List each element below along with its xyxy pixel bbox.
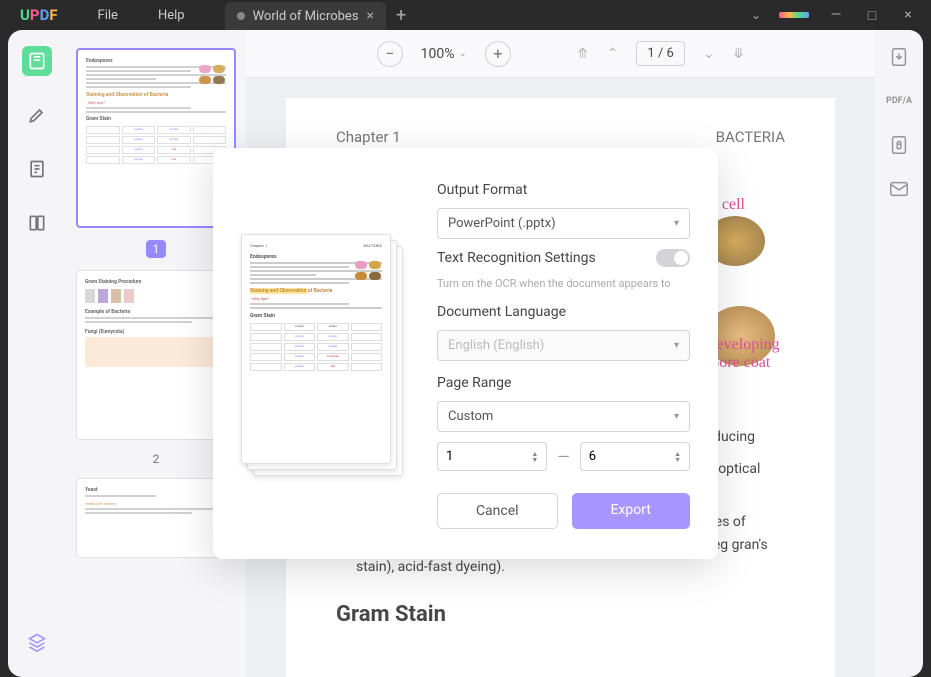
language-value: English (English): [448, 338, 544, 353]
minimize-icon[interactable]: —: [827, 7, 845, 23]
main-area: Endospores Staining and Observation of B…: [8, 30, 923, 677]
close-icon[interactable]: ×: [899, 7, 917, 23]
export-button[interactable]: Export: [572, 493, 691, 529]
export-dialog: Chapter 1BACTERIA Endospores Staining an…: [213, 148, 718, 559]
cancel-button[interactable]: Cancel: [437, 493, 558, 529]
tab-add-icon[interactable]: +: [396, 5, 406, 26]
chevron-down-icon[interactable]: ⌄: [751, 8, 761, 22]
language-label: Document Language: [437, 304, 690, 320]
tab-close-icon[interactable]: ×: [367, 8, 374, 24]
chevron-down-icon: ▾: [674, 340, 679, 351]
spin-down-icon[interactable]: ▼: [531, 457, 538, 463]
spin-down-icon[interactable]: ▼: [674, 457, 681, 463]
chevron-down-icon: ▾: [674, 411, 679, 422]
titlebar: UPDF File Help World of Microbes × + ⌄ —…: [0, 0, 931, 30]
ocr-toggle[interactable]: [656, 249, 690, 267]
app-logo: UPDF: [0, 6, 78, 24]
menu-file[interactable]: File: [78, 8, 138, 23]
output-format-label: Output Format: [437, 182, 690, 198]
page-range-value: Custom: [448, 409, 493, 424]
theme-strip-icon[interactable]: [779, 12, 809, 18]
modal-overlay: Chapter 1BACTERIA Endospores Staining an…: [8, 30, 923, 677]
page-to-input[interactable]: 6 ▲▼: [580, 442, 690, 471]
tab-dot-icon: [237, 12, 245, 20]
language-select[interactable]: English (English) ▾: [437, 330, 690, 361]
page-from-value: 1: [446, 449, 453, 464]
tab-title: World of Microbes: [253, 9, 359, 24]
chevron-down-icon: ▾: [674, 218, 679, 229]
page-to-value: 6: [589, 449, 596, 464]
page-range-label: Page Range: [437, 375, 690, 391]
range-dash: —: [557, 447, 570, 466]
ocr-hint: Turn on the OCR when the document appear…: [437, 277, 690, 290]
output-format-value: PowerPoint (.pptx): [448, 216, 556, 231]
ocr-label: Text Recognition Settings: [437, 250, 596, 266]
export-form: Output Format PowerPoint (.pptx) ▾ Text …: [437, 178, 690, 529]
page-range-select[interactable]: Custom ▾: [437, 401, 690, 432]
export-preview: Chapter 1BACTERIA Endospores Staining an…: [241, 178, 411, 529]
page-from-input[interactable]: 1 ▲▼: [437, 442, 547, 471]
menu-help[interactable]: Help: [138, 8, 205, 23]
output-format-select[interactable]: PowerPoint (.pptx) ▾: [437, 208, 690, 239]
maximize-icon[interactable]: □: [863, 7, 881, 24]
document-tab[interactable]: World of Microbes ×: [225, 2, 386, 30]
